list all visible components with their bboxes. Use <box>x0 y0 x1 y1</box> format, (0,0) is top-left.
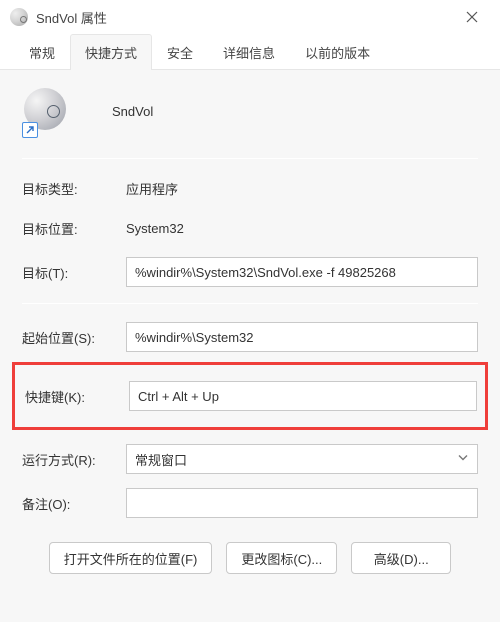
tab-security[interactable]: 安全 <box>152 34 208 70</box>
value-target-type: 应用程序 <box>126 179 178 198</box>
titlebar: SndVol 属性 <box>0 0 500 34</box>
tab-content: SndVol 目标类型: 应用程序 目标位置: System32 目标(T): … <box>0 70 500 622</box>
button-row: 打开文件所在的位置(F) 更改图标(C)... 高级(D)... <box>22 542 478 574</box>
tab-shortcut[interactable]: 快捷方式 <box>70 34 152 70</box>
shortcut-header: SndVol <box>22 88 478 134</box>
tab-general[interactable]: 常规 <box>14 34 70 70</box>
row-target-location: 目标位置: System32 <box>22 213 478 243</box>
run-mode-value: 常规窗口 <box>135 450 187 469</box>
tab-details[interactable]: 详细信息 <box>208 34 290 70</box>
row-hotkey: 快捷键(K): <box>23 377 477 415</box>
row-run-mode: 运行方式(R): 常规窗口 <box>22 440 478 478</box>
target-input[interactable] <box>126 257 478 287</box>
shortcut-name: SndVol <box>112 104 153 119</box>
tab-strip: 常规 快捷方式 安全 详细信息 以前的版本 <box>0 34 500 70</box>
sndvol-icon <box>10 8 28 26</box>
change-icon-button[interactable]: 更改图标(C)... <box>226 542 337 574</box>
label-target-type: 目标类型: <box>22 179 126 198</box>
row-target: 目标(T): <box>22 253 478 291</box>
hotkey-input[interactable] <box>129 381 477 411</box>
run-mode-select[interactable]: 常规窗口 <box>126 444 478 474</box>
advanced-button[interactable]: 高级(D)... <box>351 542 451 574</box>
label-start-in: 起始位置(S): <box>22 328 126 347</box>
hotkey-highlight: 快捷键(K): <box>12 362 488 430</box>
row-target-type: 目标类型: 应用程序 <box>22 173 478 203</box>
comment-input[interactable] <box>126 488 478 518</box>
label-hotkey: 快捷键(K): <box>23 387 129 406</box>
open-file-location-button[interactable]: 打开文件所在的位置(F) <box>49 542 213 574</box>
tab-previous-versions[interactable]: 以前的版本 <box>290 34 385 70</box>
divider <box>22 158 478 159</box>
label-run-mode: 运行方式(R): <box>22 450 126 469</box>
window-title: SndVol 属性 <box>36 8 107 27</box>
row-start-in: 起始位置(S): <box>22 318 478 356</box>
shortcut-icon-wrap[interactable] <box>24 88 70 134</box>
label-comment: 备注(O): <box>22 494 126 513</box>
close-button[interactable] <box>452 0 492 34</box>
label-target: 目标(T): <box>22 263 126 282</box>
value-target-location: System32 <box>126 221 184 236</box>
close-icon <box>466 11 478 23</box>
start-in-input[interactable] <box>126 322 478 352</box>
shortcut-arrow-icon <box>22 122 38 138</box>
divider <box>22 303 478 304</box>
row-comment: 备注(O): <box>22 484 478 522</box>
chevron-down-icon <box>457 452 469 467</box>
label-target-location: 目标位置: <box>22 219 126 238</box>
